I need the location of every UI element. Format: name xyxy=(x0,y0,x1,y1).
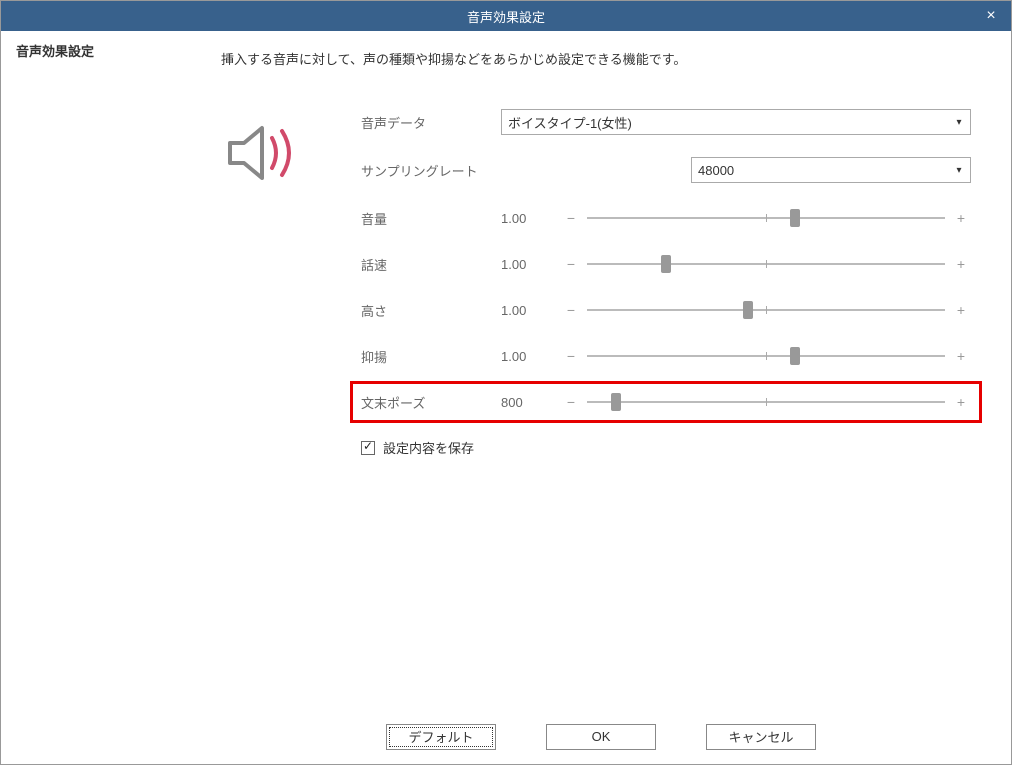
speed-slider[interactable] xyxy=(587,254,945,274)
volume-slider[interactable] xyxy=(587,208,945,228)
endpause-slider-thumb[interactable] xyxy=(611,393,621,411)
default-button[interactable]: デフォルト xyxy=(386,724,496,750)
content-area: 音声効果設定 挿入する音声に対して、声の種類や抑揚などをあらかじめ設定できる機能… xyxy=(1,31,1011,764)
volume-value: 1.00 xyxy=(501,211,561,226)
close-icon: × xyxy=(986,7,995,25)
sidebar-tab-audio-effect[interactable]: 音声効果設定 xyxy=(1,31,192,70)
speaker-icon xyxy=(221,108,311,188)
close-button[interactable]: × xyxy=(971,1,1011,31)
volume-minus-button[interactable]: − xyxy=(561,210,581,226)
sampling-rate-row: サンプリングレート 48000 ▾ xyxy=(361,156,971,184)
pitch-slider[interactable] xyxy=(587,300,945,320)
volume-row: 音量1.00− + xyxy=(361,204,971,232)
cancel-button-label: キャンセル xyxy=(728,727,793,746)
sampling-rate-label: サンプリングレート xyxy=(361,161,501,180)
titlebar: 音声効果設定 × xyxy=(1,1,1011,31)
intonation-row: 抑揚1.00− + xyxy=(361,342,971,370)
voice-data-label: 音声データ xyxy=(361,113,501,132)
default-button-label: デフォルト xyxy=(408,727,473,746)
voice-data-row: 音声データ ボイスタイプ-1(女性) ▾ xyxy=(361,108,971,136)
speed-minus-button[interactable]: − xyxy=(561,256,581,272)
dialog-body: 音声効果設定 挿入する音声に対して、声の種類や抑揚などをあらかじめ設定できる機能… xyxy=(1,31,1011,764)
pitch-label: 高さ xyxy=(361,301,501,320)
save-settings-row: 設定内容を保存 xyxy=(361,438,971,457)
pitch-plus-button[interactable]: + xyxy=(951,302,971,318)
speed-label: 話速 xyxy=(361,255,501,274)
speed-slider-thumb[interactable] xyxy=(661,255,671,273)
pitch-minus-button[interactable]: − xyxy=(561,302,581,318)
sampling-rate-select[interactable]: 48000 ▾ xyxy=(691,157,971,183)
sidebar: 音声効果設定 xyxy=(1,31,191,764)
ok-button[interactable]: OK xyxy=(546,724,656,750)
chevron-down-icon: ▾ xyxy=(950,160,968,180)
pitch-row: 高さ1.00− + xyxy=(361,296,971,324)
sidebar-tab-label: 音声効果設定 xyxy=(16,44,94,59)
intonation-slider[interactable] xyxy=(587,346,945,366)
endpause-value: 800 xyxy=(501,395,561,410)
main-panel: 挿入する音声に対して、声の種類や抑揚などをあらかじめ設定できる機能です。 xyxy=(191,31,1011,764)
description-text: 挿入する音声に対して、声の種類や抑揚などをあらかじめ設定できる機能です。 xyxy=(221,49,971,68)
speed-row: 話速1.00− + xyxy=(361,250,971,278)
intonation-value: 1.00 xyxy=(501,349,561,364)
speed-value: 1.00 xyxy=(501,257,561,272)
pitch-value: 1.00 xyxy=(501,303,561,318)
settings-form: 音声データ ボイスタイプ-1(女性) ▾ サンプリングレート 48000 xyxy=(311,108,971,457)
dialog-title: 音声効果設定 xyxy=(467,7,545,26)
endpause-highlight: 文末ポーズ800− + xyxy=(350,381,982,423)
voice-data-value: ボイスタイプ-1(女性) xyxy=(508,113,632,132)
endpause-plus-button[interactable]: + xyxy=(951,394,971,410)
dialog: 音声効果設定 × 音声効果設定 挿入する音声に対して、声の種類や抑揚などをあらか… xyxy=(0,0,1012,765)
intonation-label: 抑揚 xyxy=(361,347,501,366)
endpause-row: 文末ポーズ800− + xyxy=(361,388,971,416)
save-settings-checkbox[interactable] xyxy=(361,441,375,455)
save-settings-label: 設定内容を保存 xyxy=(383,438,474,457)
endpause-minus-button[interactable]: − xyxy=(561,394,581,410)
pitch-slider-thumb[interactable] xyxy=(743,301,753,319)
voice-data-select[interactable]: ボイスタイプ-1(女性) ▾ xyxy=(501,109,971,135)
ok-button-label: OK xyxy=(592,729,611,744)
intonation-minus-button[interactable]: − xyxy=(561,348,581,364)
endpause-label: 文末ポーズ xyxy=(361,393,501,412)
speed-plus-button[interactable]: + xyxy=(951,256,971,272)
chevron-down-icon: ▾ xyxy=(950,112,968,132)
sampling-rate-value: 48000 xyxy=(698,163,734,178)
volume-slider-thumb[interactable] xyxy=(790,209,800,227)
volume-label: 音量 xyxy=(361,209,501,228)
button-bar: デフォルト OK キャンセル xyxy=(191,709,1011,764)
cancel-button[interactable]: キャンセル xyxy=(706,724,816,750)
endpause-slider[interactable] xyxy=(587,392,945,412)
intonation-plus-button[interactable]: + xyxy=(951,348,971,364)
intonation-slider-thumb[interactable] xyxy=(790,347,800,365)
settings-row: 音声データ ボイスタイプ-1(女性) ▾ サンプリングレート 48000 xyxy=(221,108,971,457)
volume-plus-button[interactable]: + xyxy=(951,210,971,226)
